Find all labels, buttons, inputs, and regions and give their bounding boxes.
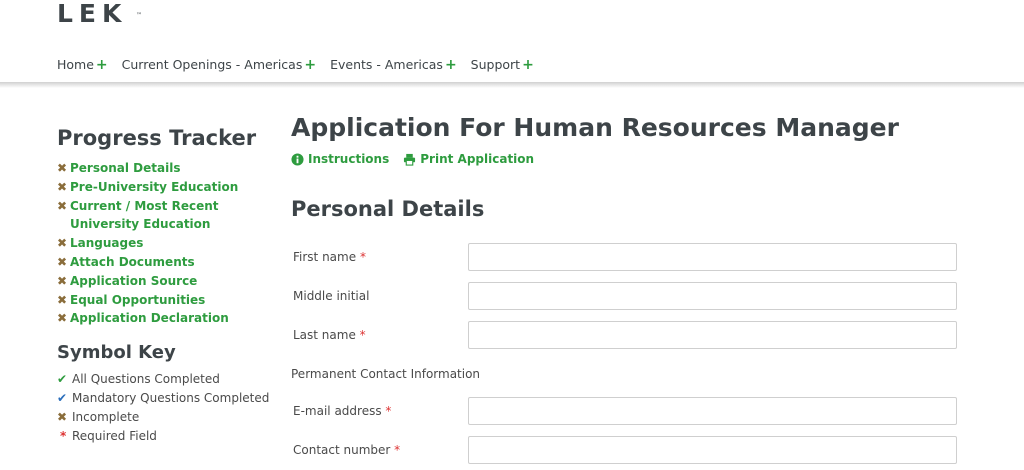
x-icon: ✖ xyxy=(57,409,68,424)
print-application-link[interactable]: Print Application xyxy=(403,152,534,166)
email-input[interactable] xyxy=(468,397,957,425)
tracker-item-label: Pre-University Education xyxy=(70,179,239,194)
nav-events[interactable]: Events - Americas + xyxy=(330,57,457,72)
key-label: All Questions Completed xyxy=(72,372,220,387)
progress-tracker-title: Progress Tracker xyxy=(57,126,257,150)
key-label: Mandatory Questions Completed xyxy=(72,390,270,405)
key-item-mandatory-complete: ✔ Mandatory Questions Completed xyxy=(57,389,272,408)
sidebar: Progress Tracker ✖ Personal Details ✖ Pre-… xyxy=(57,126,272,445)
nav-events-label: Events - Americas xyxy=(330,57,443,72)
tracker-item-languages[interactable]: ✖ Languages xyxy=(57,234,272,253)
print-label: Print Application xyxy=(420,152,535,166)
key-label: Required Field xyxy=(72,428,157,443)
email-label-text: E-mail address xyxy=(293,404,382,418)
email-row: E-mail address * xyxy=(291,397,957,425)
required-asterisk: * xyxy=(394,443,401,457)
tracker-item-personal-details[interactable]: ✖ Personal Details xyxy=(57,159,272,178)
check-blue-icon: ✔ xyxy=(57,390,68,405)
middle-initial-input[interactable] xyxy=(468,282,957,310)
header-shadow xyxy=(0,82,1024,88)
tracker-item-university[interactable]: ✖ Current / Most Recent University Educat… xyxy=(57,197,272,235)
nav-support-label: Support xyxy=(470,57,521,72)
tracker-item-declaration[interactable]: ✖ Application Declaration xyxy=(57,309,272,328)
contact-number-input[interactable] xyxy=(468,436,957,464)
email-label: E-mail address * xyxy=(291,404,468,418)
plus-icon: + xyxy=(444,56,457,73)
site-header: LEK ™ Home + Current Openings - Americas… xyxy=(0,0,1024,84)
instructions-label: Instructions xyxy=(308,152,390,166)
plus-icon: + xyxy=(95,56,108,73)
nav-home[interactable]: Home + xyxy=(57,57,108,72)
tracker-item-attach-documents[interactable]: ✖ Attach Documents xyxy=(57,253,272,272)
x-icon: ✖ xyxy=(57,236,68,251)
key-item-all-complete: ✔ All Questions Completed xyxy=(57,370,272,389)
nav-current-openings[interactable]: Current Openings - Americas + xyxy=(122,57,316,72)
contact-number-label-text: Contact number xyxy=(293,443,391,457)
tracker-item-application-source[interactable]: ✖ Application Source xyxy=(57,272,272,291)
x-icon: ✖ xyxy=(57,179,68,194)
middle-initial-label: Middle initial xyxy=(291,289,468,303)
key-item-required: * Required Field xyxy=(57,427,272,446)
first-name-input[interactable] xyxy=(468,243,957,271)
x-icon: ✖ xyxy=(57,161,68,175)
key-label: Incomplete xyxy=(72,409,140,424)
logo-text: LEK xyxy=(57,0,128,28)
contact-number-row: Contact number * xyxy=(291,436,957,464)
tracker-item-label: Application Source xyxy=(70,273,198,288)
check-green-icon: ✔ xyxy=(57,372,68,387)
page-title: Application For Human Resources Manager xyxy=(291,113,899,142)
tracker-item-label: Personal Details xyxy=(70,161,181,175)
required-asterisk: * xyxy=(359,250,366,264)
printer-icon xyxy=(404,153,416,166)
tracker-item-label: Equal Opportunities xyxy=(70,292,206,307)
first-name-label: First name * xyxy=(291,250,468,264)
last-name-label: Last name * xyxy=(291,328,468,342)
last-name-label-text: Last name xyxy=(293,328,356,342)
symbol-key-title: Symbol Key xyxy=(57,342,176,364)
required-asterisk: * xyxy=(359,328,366,342)
x-icon: ✖ xyxy=(57,311,68,326)
middle-initial-row: Middle initial xyxy=(291,282,957,310)
trademark-symbol: ™ xyxy=(136,12,142,19)
last-name-input[interactable] xyxy=(468,321,957,349)
tracker-item-equal-opportunities[interactable]: ✖ Equal Opportunities xyxy=(57,291,272,310)
nav-support[interactable]: Support + xyxy=(471,57,534,72)
tracker-item-label: Attach Documents xyxy=(70,254,195,269)
progress-tracker-list: ✖ Personal Details ✖ Pre-University Educat… xyxy=(57,159,272,328)
tracker-item-label: Current / Most Recent University Educati… xyxy=(70,198,219,232)
asterisk-icon: * xyxy=(60,428,67,443)
last-name-row: Last name * xyxy=(291,321,957,349)
section-title-personal-details: Personal Details xyxy=(291,197,485,221)
middle-initial-label-text: Middle initial xyxy=(293,289,370,303)
contact-number-label: Contact number * xyxy=(291,443,468,457)
contact-info-heading: Permanent Contact Information xyxy=(291,367,481,381)
x-icon: ✖ xyxy=(57,254,68,269)
nav-current-openings-label: Current Openings - Americas xyxy=(121,57,303,72)
required-asterisk: * xyxy=(385,404,392,418)
tracker-item-label: Application Declaration xyxy=(70,311,229,326)
instructions-link[interactable]: Instructions xyxy=(291,152,389,166)
lek-logo[interactable]: LEK ™ xyxy=(57,0,142,28)
main-content: Application For Human Resources Manager … xyxy=(291,112,971,464)
x-icon: ✖ xyxy=(57,273,68,288)
first-name-label-text: First name xyxy=(293,250,357,264)
first-name-row: First name * xyxy=(291,243,957,271)
action-links: Instructions Print Application xyxy=(291,152,971,166)
x-icon: ✖ xyxy=(57,292,68,307)
key-item-incomplete: ✖ Incomplete xyxy=(57,408,272,427)
plus-icon: + xyxy=(304,56,317,73)
tracker-item-pre-university[interactable]: ✖ Pre-University Education xyxy=(57,178,272,197)
info-circle-icon xyxy=(291,152,304,166)
x-icon: ✖ xyxy=(57,198,68,213)
plus-icon: + xyxy=(522,56,534,73)
tracker-item-label: Languages xyxy=(70,236,144,251)
main-nav: Home + Current Openings - Americas + Eve… xyxy=(57,57,534,72)
nav-home-label: Home xyxy=(57,57,94,72)
